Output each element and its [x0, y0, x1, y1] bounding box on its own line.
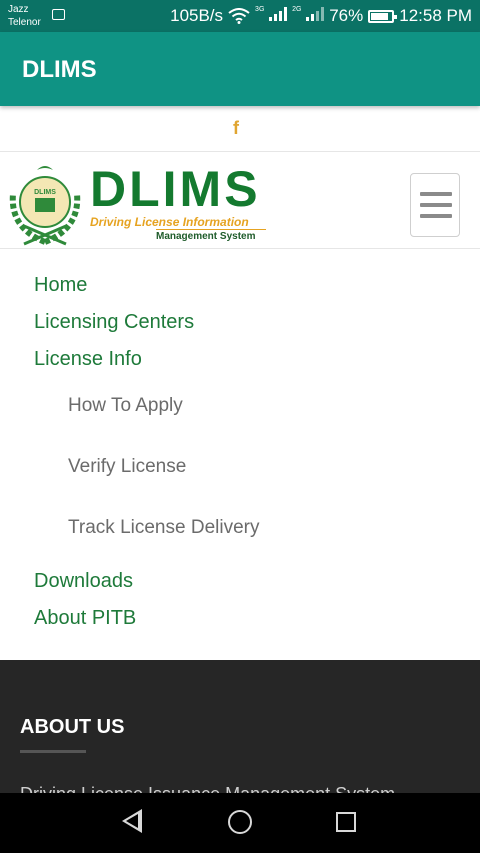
hamburger-icon-bar: [420, 214, 452, 218]
nav-downloads[interactable]: Downloads: [34, 570, 133, 593]
image-notification-icon: [52, 9, 65, 20]
social-bar: f: [0, 106, 480, 152]
signal-2: 2G: [292, 6, 325, 26]
nav-verify-license[interactable]: Verify License: [68, 456, 186, 478]
battery-icon: [368, 9, 398, 23]
site-header: DLIMS DLIMS Driving License Information …: [0, 152, 480, 249]
nav-how-to-apply[interactable]: How To Apply: [68, 395, 183, 417]
home-icon[interactable]: [228, 810, 252, 834]
carrier-2: Telenor: [8, 17, 41, 28]
status-bar: Jazz Telenor 105B/s 3G 2G 76% 12:58 PM: [0, 0, 480, 32]
logo-title: DLIMS: [90, 161, 261, 217]
recent-apps-icon[interactable]: [336, 812, 356, 832]
status-indicators: 105B/s 3G 2G 76% 12:58 PM: [170, 6, 472, 26]
punjab-emblem-logo[interactable]: DLIMS: [4, 160, 86, 246]
clock: 12:58 PM: [399, 6, 472, 25]
hamburger-menu-button[interactable]: [410, 173, 460, 237]
app-bar: DLIMS: [0, 32, 480, 106]
network-type-2: 2G: [292, 6, 302, 13]
hamburger-icon-bar: [420, 203, 452, 207]
logo-subtitle-2: Management System: [156, 229, 266, 242]
footer-title: ABOUT US: [20, 716, 125, 738]
nav-track-license-delivery[interactable]: Track License Delivery: [68, 517, 259, 539]
system-navigation-bar: [0, 793, 480, 853]
app-title: DLIMS: [22, 56, 97, 83]
signal-bars-icon: [306, 7, 325, 21]
wifi-icon: [228, 8, 250, 24]
nav-licensing-centers[interactable]: Licensing Centers: [34, 311, 194, 334]
dlims-logo-text[interactable]: DLIMS Driving License Information Manage…: [90, 164, 266, 242]
battery-percent: 76%: [329, 6, 364, 25]
network-type-1: 3G: [255, 6, 265, 13]
signal-bars-icon: [269, 7, 288, 21]
back-icon[interactable]: [122, 809, 142, 833]
footer-divider: [20, 750, 86, 753]
nav-license-info[interactable]: License Info: [34, 348, 142, 371]
hamburger-icon: [420, 192, 452, 196]
carrier-names: Jazz Telenor: [8, 3, 41, 29]
carrier-1: Jazz: [8, 4, 29, 15]
signal-1: 3G: [255, 6, 288, 26]
emblem-text: DLIMS: [34, 189, 56, 196]
nav-home[interactable]: Home: [34, 274, 87, 297]
footer-description: Driving License Issuance Management Syst…: [20, 784, 395, 793]
logo-subtitle-1: Driving License Information: [90, 215, 249, 229]
footer-about: ABOUT US Driving License Issuance Manage…: [0, 660, 480, 793]
nav-about-pitb[interactable]: About PITB: [34, 607, 136, 630]
facebook-icon[interactable]: f: [233, 118, 239, 139]
network-speed: 105B/s: [170, 6, 224, 25]
